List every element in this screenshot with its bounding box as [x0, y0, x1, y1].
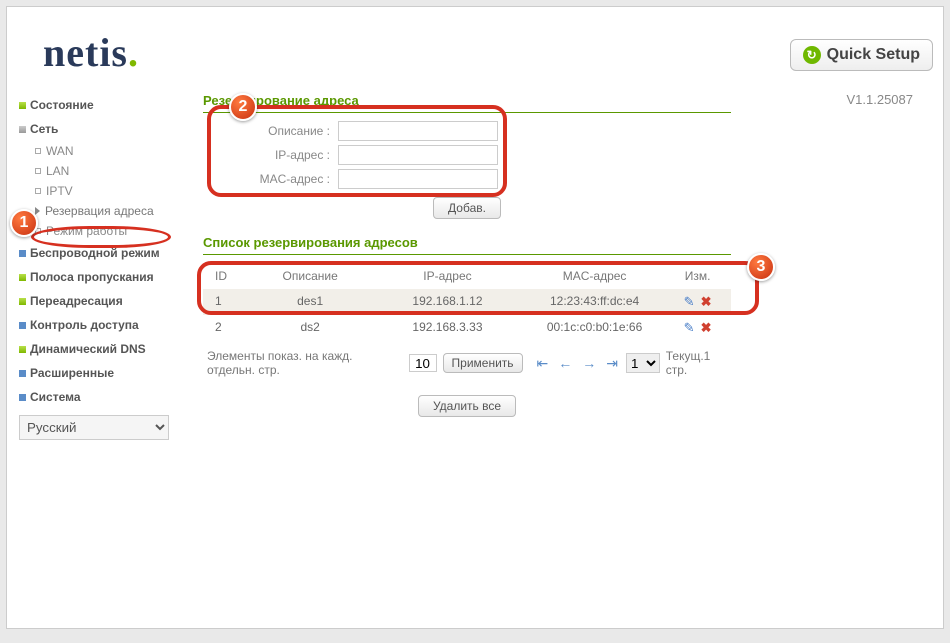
sidebar-item[interactable]: Состояние	[13, 93, 187, 117]
sidebar-sub-item[interactable]: WAN	[13, 141, 187, 161]
bullet-icon	[19, 322, 26, 329]
th-ip: IP-адрес	[374, 269, 521, 283]
sidebar-item-label: Полоса пропускания	[30, 270, 154, 284]
section-list-title: Список резервирования адресов	[203, 235, 731, 255]
bullet-icon	[19, 250, 26, 257]
sidebar-sub-label: Режим работы	[46, 224, 127, 238]
bullet-icon	[19, 370, 26, 377]
th-id: ID	[207, 269, 246, 283]
cell-mac: 12:23:43:ff:dc:e4	[521, 294, 668, 310]
table-header-row: ID Описание IP-адрес MAC-адрес Изм.	[203, 263, 731, 289]
annotation-badge-2: 2	[229, 93, 257, 121]
annotation-badge-3: 3	[747, 253, 775, 281]
sidebar-item[interactable]: Беспроводной режим	[13, 241, 187, 265]
edit-icon[interactable]: ✎	[684, 294, 695, 310]
per-page-input[interactable]	[409, 354, 437, 372]
sidebar-item[interactable]: Динамический DNS	[13, 337, 187, 361]
label-mac: MAC-адрес :	[203, 172, 338, 186]
per-page-label: Элементы показ. на кажд. отдельн. стр.	[207, 349, 403, 377]
sidebar-item-label: Беспроводной режим	[30, 246, 160, 260]
sidebar-item-label: Состояние	[30, 98, 94, 112]
sidebar-sub-item[interactable]: Резервация адреса	[13, 201, 187, 221]
ip-input[interactable]	[338, 145, 498, 165]
sidebar-item[interactable]: Переадресация	[13, 289, 187, 313]
table-row: 1des1192.168.1.1212:23:43:ff:dc:e4 ✎ ✖	[203, 289, 731, 315]
bullet-icon	[19, 346, 26, 353]
version-text: V1.1.25087	[846, 92, 913, 107]
sidebar-item-label: Сеть	[30, 122, 58, 136]
quick-setup-button[interactable]: ↻ Quick Setup	[790, 39, 933, 71]
sidebar-item[interactable]: Полоса пропускания	[13, 265, 187, 289]
apply-button[interactable]: Применить	[443, 353, 523, 373]
sidebar: Состояние Сеть WAN LAN IPTV Резервация адреса…	[7, 75, 187, 440]
sidebar-item-label: Контроль доступа	[30, 318, 139, 332]
label-description: Описание :	[203, 124, 338, 138]
refresh-icon: ↻	[803, 46, 821, 64]
description-input[interactable]	[338, 121, 498, 141]
bullet-icon	[19, 102, 26, 109]
sidebar-sub-label: WAN	[46, 144, 74, 158]
add-button[interactable]: Добав.	[433, 197, 501, 219]
cell-ip: 192.168.3.33	[374, 320, 521, 336]
sidebar-sub-item[interactable]: IPTV	[13, 181, 187, 201]
delete-icon[interactable]: ✖	[701, 294, 712, 310]
sidebar-item-label: Система	[30, 390, 81, 404]
cell-mac: 00:1c:c0:b0:1e:66	[521, 320, 668, 336]
edit-icon[interactable]: ✎	[684, 320, 695, 336]
bullet-icon	[19, 394, 26, 401]
sidebar-item[interactable]: Сеть	[13, 117, 187, 141]
mac-input[interactable]	[338, 169, 498, 189]
square-icon	[35, 148, 41, 154]
sidebar-item-label: Динамический DNS	[30, 342, 146, 356]
cell-id: 1	[207, 294, 246, 310]
square-icon	[35, 188, 41, 194]
cell-desc: ds2	[246, 320, 374, 336]
label-ip: IP-адрес :	[203, 148, 338, 162]
delete-icon[interactable]: ✖	[701, 320, 712, 336]
sidebar-item[interactable]: Расширенные	[13, 361, 187, 385]
language-select[interactable]: Русский	[19, 415, 169, 440]
bullet-icon	[19, 274, 26, 281]
arrow-right-icon	[35, 207, 40, 215]
quick-setup-label: Quick Setup	[827, 46, 920, 64]
sidebar-sub-label: Резервация адреса	[45, 204, 154, 218]
sidebar-sub-item[interactable]: LAN	[13, 161, 187, 181]
sidebar-item[interactable]: Система	[13, 385, 187, 409]
sidebar-item[interactable]: Контроль доступа	[13, 313, 187, 337]
bullet-icon	[19, 298, 26, 305]
current-page-text: Текущ.1 стр.	[666, 349, 727, 377]
cell-ip: 192.168.1.12	[374, 294, 521, 310]
th-act: Изм.	[668, 269, 727, 283]
square-icon	[35, 168, 41, 174]
section-reservation-title: Резервирование адреса	[203, 93, 731, 113]
th-mac: MAC-адрес	[521, 269, 668, 283]
bullet-icon	[19, 126, 26, 133]
page-select[interactable]: 1	[626, 353, 660, 373]
pager-last-icon[interactable]: ⇥	[604, 355, 620, 372]
pager-prev-icon[interactable]: ←	[556, 355, 574, 371]
main-content: Резервирование адреса Описание : IP-адре…	[187, 75, 747, 440]
sidebar-sub-label: LAN	[46, 164, 69, 178]
cell-id: 2	[207, 320, 246, 336]
sidebar-item-label: Расширенные	[30, 366, 114, 380]
annotation-badge-1: 1	[10, 209, 38, 237]
table-row: 2ds2192.168.3.3300:1c:c0:b0:1e:66 ✎ ✖	[203, 315, 731, 341]
logo: netis.	[43, 29, 139, 76]
sidebar-sub-label: IPTV	[46, 184, 73, 198]
pager-first-icon[interactable]: ⇤	[535, 355, 551, 372]
th-desc: Описание	[246, 269, 374, 283]
sidebar-item-label: Переадресация	[30, 294, 123, 308]
cell-desc: des1	[246, 294, 374, 310]
pager-next-icon[interactable]: →	[580, 355, 598, 371]
sidebar-sub-item[interactable]: Режим работы	[13, 221, 187, 241]
delete-all-button[interactable]: Удалить все	[418, 395, 516, 417]
